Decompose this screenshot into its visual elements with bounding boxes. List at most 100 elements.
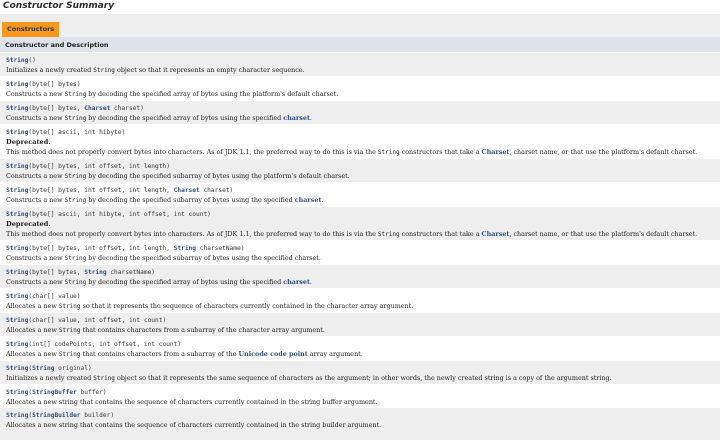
constructor-signature: String(String original) (6, 364, 715, 373)
doc-link[interactable]: Unicode code point (239, 350, 308, 358)
constructor-link[interactable]: String (6, 389, 28, 396)
deprecated-label: Deprecated. (6, 138, 51, 146)
text-run: by decoding the specified array of bytes… (86, 114, 284, 122)
constructor-signature: String(int[] codePoints, int offset, int… (6, 340, 715, 349)
doc-link[interactable]: charset (295, 196, 322, 204)
code-text: String (93, 67, 115, 74)
text-run: (byte[] bytes, int offset, int length, (28, 187, 174, 194)
text-run: Allocates a new (6, 350, 59, 358)
constructor-link[interactable]: String (6, 211, 28, 218)
constructor-signature: String(byte[] bytes, String charsetName) (6, 268, 715, 277)
text-run: Allocates a new string that contains the… (6, 421, 382, 429)
constructor-link[interactable]: String (6, 412, 28, 419)
text-run: so that it represents the sequence of ch… (80, 302, 414, 310)
table-body: String() Initializes a newly created Stri… (0, 52, 720, 430)
type-link[interactable]: StringBuffer (32, 389, 77, 396)
text-run: by decoding the specified array of bytes… (86, 278, 284, 286)
table-row: String(byte[] bytes, int offset, int len… (0, 182, 720, 206)
constructor-signature: String(byte[] ascii, int hibyte, int off… (6, 210, 715, 219)
type-link[interactable]: StringBuilder (32, 412, 80, 419)
text-run: This method does not properly convert by… (6, 148, 378, 156)
constructor-description: Initializes a newly created String objec… (6, 373, 715, 384)
text-run: by decoding the specified array of bytes… (86, 90, 339, 98)
code-text: String (377, 231, 400, 238)
table-row: String(byte[] bytes, int offset, int len… (0, 158, 720, 182)
section-title: Constructor Summary (3, 1, 115, 11)
doc-link[interactable]: charset (283, 114, 310, 122)
constructor-link[interactable]: String (6, 341, 28, 348)
constructor-link[interactable]: String (6, 187, 28, 194)
table-row: String(int[] codePoints, int offset, int… (0, 336, 720, 360)
doc-link[interactable]: Charset (482, 230, 510, 238)
text-run: (int[] codePoints, int offset, int count… (28, 341, 182, 348)
text-run: (byte[] bytes, (28, 269, 85, 276)
text-run: (char[] value) (28, 293, 81, 300)
type-link[interactable]: String (32, 365, 54, 372)
constructor-link[interactable]: String (6, 365, 28, 372)
table-row: String(byte[] bytes, String charsetName)… (0, 264, 720, 288)
table-row: String(byte[] bytes, int offset, int len… (0, 240, 720, 264)
type-link[interactable]: String (174, 245, 196, 252)
text-run: . (309, 278, 312, 286)
constructor-link[interactable]: String (6, 105, 28, 112)
code-text: String (64, 255, 87, 262)
constructor-description: Constructs a new String by decoding the … (6, 89, 715, 100)
text-run: Allocates a new (6, 302, 59, 310)
text-run: charset) (110, 105, 144, 112)
constructor-signature: String(char[] value, int offset, int cou… (6, 316, 715, 325)
text-run: Initializes a newly created (6, 374, 94, 382)
text-run: (byte[] ascii, int hibyte, int offset, i… (28, 211, 211, 218)
text-run: . (309, 114, 312, 122)
text-run: Constructs a new (6, 254, 65, 262)
text-run: , charset name, or that use the platform… (509, 230, 698, 238)
text-run: builder) (80, 412, 115, 419)
constructor-signature: String(byte[] bytes, Charset charset) (6, 104, 715, 113)
text-run: array argument. (307, 350, 363, 358)
constructor-signature: String(StringBuffer buffer) (6, 388, 715, 397)
doc-link[interactable]: charset (283, 278, 310, 286)
text-run: Constructs a new (6, 114, 65, 122)
constructor-link[interactable]: String (6, 57, 28, 64)
text-run: buffer) (76, 389, 107, 396)
tab-constructors[interactable]: Constructors (2, 22, 60, 37)
constructor-link[interactable]: String (6, 293, 28, 300)
text-run: (byte[] bytes, int offset, int length) (28, 163, 170, 170)
table-header: Constructor and Description (0, 38, 720, 52)
text-run: charsetName) (106, 269, 156, 276)
text-run: Constructs a new (6, 196, 65, 204)
text-run: Constructs a new (6, 278, 65, 286)
constructor-link[interactable]: String (6, 269, 28, 276)
constructor-description: Constructs a new String by decoding the … (6, 253, 715, 264)
constructor-table: Constructor and Description String() Init… (0, 37, 720, 430)
doc-link[interactable]: Charset (482, 148, 510, 156)
code-text: String (58, 327, 81, 334)
table-row: String(byte[] bytes) Constructs a new Str… (0, 76, 720, 100)
constructor-link[interactable]: String (6, 163, 28, 170)
text-run: (byte[] ascii, int hibyte) (28, 129, 126, 136)
text-run: object so that it represents an empty ch… (114, 66, 305, 74)
text-run: (byte[] bytes) (28, 81, 81, 88)
type-link[interactable]: String (84, 269, 106, 276)
constructor-link[interactable]: String (6, 245, 28, 252)
code-text: String (64, 279, 87, 286)
constructor-link[interactable]: String (6, 317, 28, 324)
constructor-signature: String(byte[] bytes, int offset, int len… (6, 244, 715, 253)
constructor-link[interactable]: String (6, 81, 28, 88)
type-link[interactable]: Charset (84, 105, 110, 112)
constructor-description: Initializes a newly created String objec… (6, 65, 715, 76)
table-row: String(String original) Initializes a new… (0, 360, 720, 384)
type-link[interactable]: Charset (174, 187, 200, 194)
constructor-description: Allocates a new string that contains the… (6, 420, 715, 430)
text-run: constructors that take a (399, 230, 482, 238)
text-run: , charset name, or that use the platform… (509, 148, 698, 156)
code-text: String (64, 173, 87, 180)
table-row: String(char[] value) Allocates a new Stri… (0, 288, 720, 312)
constructor-link[interactable]: String (6, 129, 28, 136)
code-text: String (58, 303, 81, 310)
table-row: String() Initializes a newly created Stri… (0, 52, 720, 76)
constructor-description: Constructs a new String by decoding the … (6, 113, 715, 124)
text-run: constructors that take a (399, 148, 482, 156)
text-run: charsetName) (196, 245, 245, 252)
text-run: Allocates a new string that contains the… (6, 398, 378, 406)
table-row: String(StringBuilder builder) Allocates a… (0, 407, 720, 430)
